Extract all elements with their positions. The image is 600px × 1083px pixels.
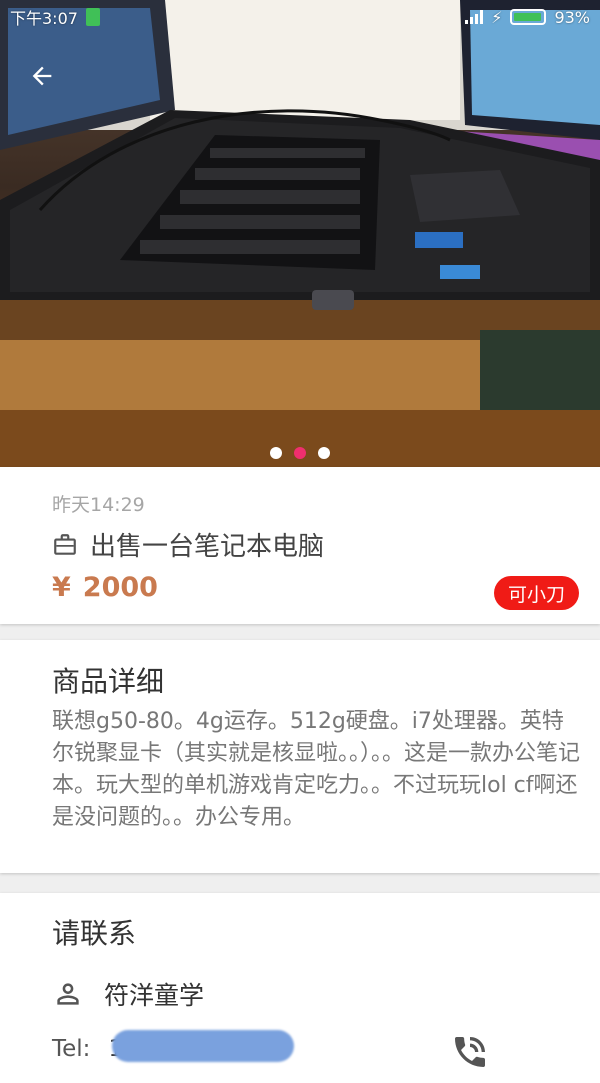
charging-icon: ⚡ <box>491 7 503 27</box>
posted-time: 昨天14:29 <box>52 494 145 516</box>
contact-name-row: 符洋童学 <box>52 976 204 1012</box>
item-title-row: 出售一台笔记本电脑 <box>52 526 324 563</box>
contact-section-title: 请联系 <box>52 917 137 950</box>
gallery-dot[interactable] <box>270 447 282 459</box>
battery-percent: 93% <box>554 7 590 27</box>
gallery-indicator <box>0 447 600 459</box>
gallery-dot-active[interactable] <box>294 447 306 459</box>
status-bar: 下午3:07 ⚡ 93% <box>0 0 600 34</box>
gallery-dot[interactable] <box>318 447 330 459</box>
price-value: 2000 <box>82 572 158 603</box>
contact-name: 符洋童学 <box>104 981 205 1010</box>
status-time: 下午3:07 <box>10 9 78 28</box>
item-title: 出售一台笔记本电脑 <box>90 532 325 562</box>
person-icon <box>57 983 79 1005</box>
battery-icon <box>510 9 547 25</box>
battery-saver-icon <box>85 8 100 26</box>
product-image-gallery[interactable]: 下午3:07 ⚡ 93% <box>0 0 600 467</box>
signal-icon <box>465 10 484 24</box>
tel-redaction <box>112 1030 294 1062</box>
arrow-left-icon <box>32 66 52 86</box>
details-section-title: 商品详细 <box>52 665 165 698</box>
call-button[interactable] <box>450 1032 490 1072</box>
phone-call-icon <box>455 1037 485 1067</box>
negotiable-badge: 可小刀 <box>494 576 580 610</box>
item-price: ¥2000 <box>52 572 158 603</box>
tel-label: Tel: <box>52 1036 91 1062</box>
item-description: 联想g50-80。4g运存。512g硬盘。i7处理器。英特尔锐聚显卡（其实就是核… <box>52 709 581 830</box>
currency-symbol: ¥ <box>52 572 71 603</box>
back-button[interactable] <box>28 62 68 102</box>
briefcase-icon <box>54 533 76 555</box>
laptop-photo <box>0 0 600 467</box>
